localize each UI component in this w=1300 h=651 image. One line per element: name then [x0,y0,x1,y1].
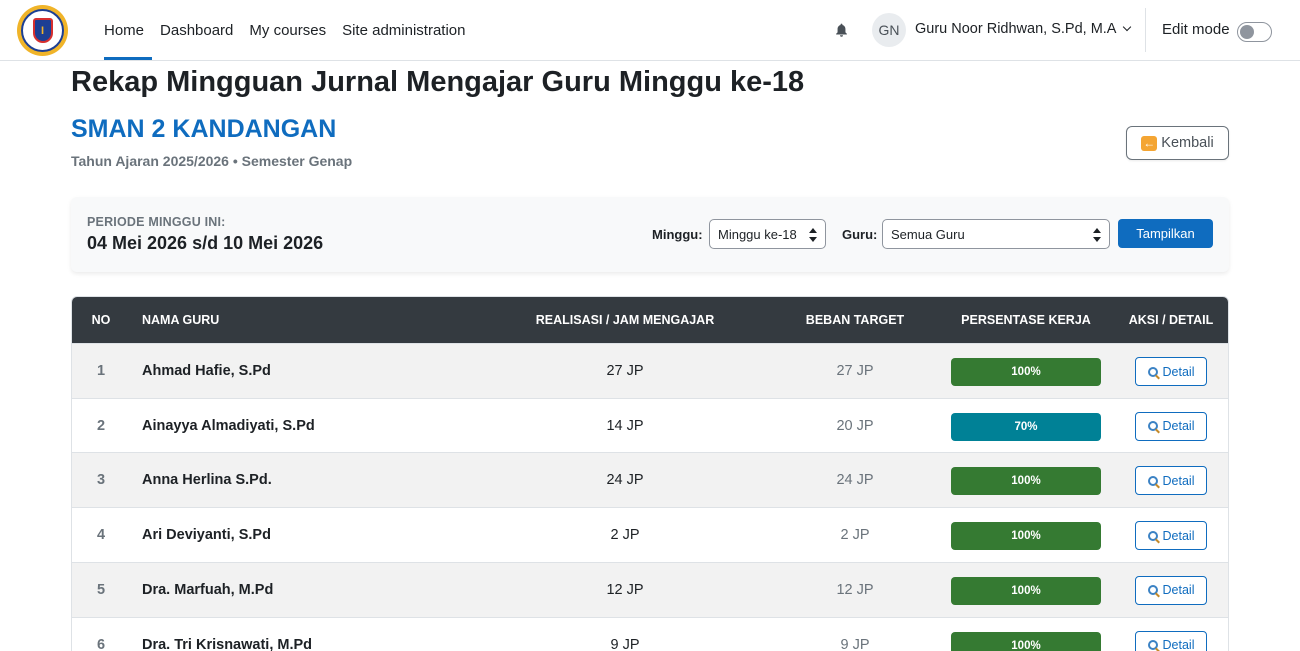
magnifier-icon [1147,366,1158,377]
realisasi-value: 27 JP [606,363,644,379]
target-value: 20 JP [836,417,874,434]
realisasi-value: 12 JP [606,581,644,598]
realisasi-value: 24 JP [606,472,644,489]
row-number: 4 [96,527,106,544]
toggle-knob [1240,25,1254,39]
teacher-select[interactable]: Semua Guru [882,219,1110,249]
magnifier-icon [1147,530,1158,541]
magnifier-icon [1147,475,1158,486]
nav-my-courses[interactable]: My courses [241,0,334,60]
magnifier-icon [1147,421,1158,432]
percent-badge: 70% [951,412,1101,441]
table-row: 1 Ahmad Hafie, S.Pd 27 JP 27 JP 100% Detail [72,343,1228,398]
select-arrows-icon [1093,228,1101,242]
table-row: 2 Ainayya Almadiyati, S.Pd 14 JP 20 JP 70% De… [72,397,1228,453]
target-value: 2 JP [840,527,870,544]
teacher-name: Ahmad Hafie, S.Pd [142,363,271,379]
realisasi-value: 2 JP [610,527,640,544]
target-value: 9 JP [840,636,870,651]
school-crest-icon[interactable]: I [17,5,68,56]
week-label: Minggu: [652,227,703,242]
detail-button-label: Detail [1162,528,1195,543]
filter-panel: PERIODE MINGGU INI: 04 Mei 2026 s/d 10 M… [71,197,1229,272]
primary-navigation: Home Dashboard My courses Site administr… [96,0,474,60]
magnifier-icon [1147,585,1158,596]
nav-site-administration[interactable]: Site administration [334,0,473,60]
edit-mode-toggle[interactable] [1237,22,1272,42]
realisasi-value: 14 JP [606,417,644,434]
teacher-name: Dra. Tri Krisnawati, M.Pd [142,636,313,651]
detail-button[interactable]: Detail [1135,575,1207,605]
back-button-label: Kembali [1161,135,1214,151]
teacher-label: Guru: [842,227,878,242]
back-button[interactable]: ← Kembali [1126,126,1229,160]
table-row: 5 Dra. Marfuah, M.Pd 12 JP 12 JP 100% Detail [72,561,1228,617]
left-arrow-icon: ← [1141,135,1158,151]
header-target: BEBAN TARGET [805,313,905,327]
nav-home[interactable]: Home [96,0,153,60]
user-name-label: Guru Noor Ridhwan, S.Pd, M.A [915,21,1117,37]
table-row: 4 Ari Deviyanti, S.Pd 2 JP 2 JP 100% Detail [72,507,1228,563]
magnifier-icon [1147,640,1158,650]
teacher-select-value: Semua Guru [891,226,965,242]
percent-badge: 100% [951,631,1101,651]
row-number: 5 [96,581,106,598]
chevron-down-icon [1123,22,1132,32]
detail-button[interactable]: Detail [1135,630,1207,651]
bell-icon[interactable] [834,22,849,38]
user-menu[interactable]: Guru Noor Ridhwan, S.Pd, M.A [915,21,1132,37]
row-number: 3 [96,472,106,489]
header-realisasi: REALISASI / JAM MENGAJAR [535,313,715,327]
percent-badge: 100% [951,576,1101,605]
recap-table: NO NAMA GURU REALISASI / JAM MENGAJAR BE… [71,296,1229,651]
page-title: Rekap Mingguan Jurnal Mengajar Guru Ming… [71,66,805,98]
week-select[interactable]: Minggu ke-18 [709,219,826,249]
week-select-value: Minggu ke-18 [718,226,797,242]
period-label: PERIODE MINGGU INI: [87,215,226,229]
row-number: 1 [96,363,106,379]
percent-badge: 100% [951,358,1101,386]
teacher-name: Dra. Marfuah, M.Pd [142,581,274,598]
detail-button[interactable]: Detail [1135,466,1207,496]
edit-mode-label: Edit mode [1162,21,1230,38]
realisasi-value: 9 JP [610,636,640,651]
academic-year: Tahun Ajaran 2025/2026 • Semester Genap [71,153,353,169]
target-value: 27 JP [836,363,874,379]
table-row: 6 Dra. Tri Krisnawati, M.Pd 9 JP 9 JP 100% De… [72,616,1228,651]
detail-button-label: Detail [1162,419,1195,434]
header-no: NO [91,313,111,327]
detail-button-label: Detail [1162,364,1195,379]
header-teacher-name: NAMA GURU [142,313,220,327]
show-button[interactable]: Tampilkan [1118,219,1213,248]
table-row: 3 Anna Herlina S.Pd. 24 JP 24 JP 100% Detail [72,452,1228,508]
detail-button-label: Detail [1162,473,1195,488]
top-navbar: I Home Dashboard My courses Site adminis… [0,0,1300,61]
target-value: 12 JP [836,581,874,598]
teacher-name: Ari Deviyanti, S.Pd [142,527,271,544]
avatar[interactable]: GN [872,13,906,47]
detail-button[interactable]: Detail [1135,521,1207,551]
header-percent: PERSENTASE KERJA [961,313,1091,327]
select-arrows-icon [809,228,817,242]
detail-button[interactable]: Detail [1135,357,1207,386]
row-number: 6 [96,636,106,651]
row-number: 2 [96,417,106,434]
percent-badge: 100% [951,522,1101,551]
detail-button[interactable]: Detail [1135,411,1207,441]
percent-badge: 100% [951,467,1101,496]
detail-button-label: Detail [1162,583,1195,598]
nav-dashboard[interactable]: Dashboard [152,0,241,60]
target-value: 24 JP [836,472,874,489]
table-header: NO NAMA GURU REALISASI / JAM MENGAJAR BE… [72,297,1228,343]
teacher-name: Anna Herlina S.Pd. [142,472,272,489]
teacher-name: Ainayya Almadiyati, S.Pd [142,417,315,434]
school-name: SMAN 2 KANDANGAN [71,115,337,143]
header-action: AKSI / DETAIL [1128,313,1214,327]
detail-button-label: Detail [1162,638,1195,651]
navbar-divider [1145,8,1146,52]
period-value: 04 Mei 2026 s/d 10 Mei 2026 [87,233,324,253]
